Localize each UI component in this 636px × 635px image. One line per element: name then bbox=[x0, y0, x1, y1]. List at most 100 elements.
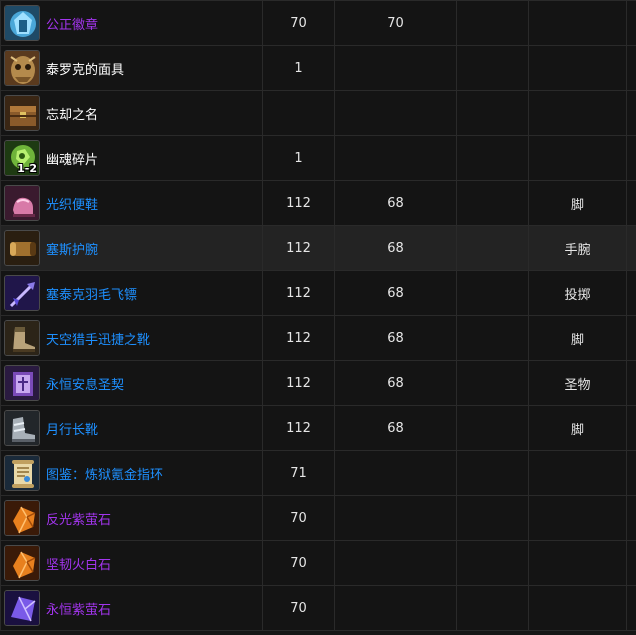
required-level-cell bbox=[334, 135, 457, 181]
item-level-cell: 70 bbox=[262, 585, 335, 631]
required-level-cell bbox=[334, 540, 457, 586]
slot-cell: 圣物 bbox=[528, 360, 627, 406]
spirit-shard-icon[interactable]: 1-2 bbox=[4, 140, 40, 176]
required-level-cell: 68 bbox=[334, 360, 457, 406]
item-name-link[interactable]: 泰罗克的面具 bbox=[46, 59, 124, 78]
item-name-link[interactable]: 塞斯护腕 bbox=[46, 239, 98, 258]
stack-count-badge: 1-2 bbox=[17, 162, 37, 175]
item-name-link[interactable]: 光织便鞋 bbox=[46, 194, 98, 213]
item-name-link[interactable]: 幽魂碎片 bbox=[46, 149, 98, 168]
empty-cell bbox=[456, 360, 529, 406]
item-level-cell: 112 bbox=[262, 360, 335, 406]
required-level-cell: 70 bbox=[334, 0, 457, 46]
item-name-link[interactable]: 塞泰克羽毛飞镖 bbox=[46, 284, 137, 303]
empty-cell bbox=[456, 45, 529, 91]
empty-cell bbox=[626, 585, 636, 631]
required-level-cell: 68 bbox=[334, 180, 457, 226]
empty-cell bbox=[626, 540, 636, 586]
table-row[interactable]: 公正徽章 70 70 bbox=[0, 0, 636, 46]
item-name-cell: 光织便鞋 bbox=[0, 180, 263, 226]
item-level-cell: 1 bbox=[262, 135, 335, 181]
table-row[interactable]: 塞泰克羽毛飞镖 112 68 投掷 bbox=[0, 270, 636, 316]
empty-cell bbox=[626, 315, 636, 361]
slot-cell bbox=[528, 585, 627, 631]
table-row[interactable]: 天空猎手迅捷之靴 112 68 脚 bbox=[0, 315, 636, 361]
slippers-icon[interactable] bbox=[4, 185, 40, 221]
item-name-link[interactable]: 天空猎手迅捷之靴 bbox=[46, 329, 150, 348]
slot-cell bbox=[528, 45, 627, 91]
item-name-link[interactable]: 坚韧火白石 bbox=[46, 554, 111, 573]
slot-cell bbox=[528, 135, 627, 181]
slot-cell: 投掷 bbox=[528, 270, 627, 316]
item-name-cell: 图鉴：炼狱氪金指环 bbox=[0, 450, 263, 496]
purple-gem-icon[interactable] bbox=[4, 590, 40, 626]
moonwalker-boots-icon[interactable] bbox=[4, 410, 40, 446]
forgotten-names-chest-icon[interactable] bbox=[4, 95, 40, 131]
table-row[interactable]: 坚韧火白石 70 bbox=[0, 540, 636, 586]
table-row[interactable]: 永恒安息圣契 112 68 圣物 bbox=[0, 360, 636, 406]
item-name-cell: 泰罗克的面具 bbox=[0, 45, 263, 91]
table-row[interactable]: 图鉴：炼狱氪金指环 71 bbox=[0, 450, 636, 496]
item-name-cell: 反光紫萤石 bbox=[0, 495, 263, 541]
item-level-cell: 112 bbox=[262, 405, 335, 451]
empty-cell bbox=[626, 450, 636, 496]
item-name-cell: 塞斯护腕 bbox=[0, 225, 263, 271]
slot-cell bbox=[528, 0, 627, 46]
required-level-cell bbox=[334, 585, 457, 631]
item-name-cell: 坚韧火白石 bbox=[0, 540, 263, 586]
item-name-link[interactable]: 永恒紫萤石 bbox=[46, 599, 111, 618]
item-level-cell: 70 bbox=[262, 0, 335, 46]
table-row[interactable]: 忘却之名 bbox=[0, 90, 636, 136]
required-level-cell: 68 bbox=[334, 270, 457, 316]
empty-cell bbox=[456, 0, 529, 46]
item-level-cell bbox=[262, 90, 335, 136]
table-row[interactable]: 泰罗克的面具 1 bbox=[0, 45, 636, 91]
table-row[interactable]: 永恒紫萤石 70 bbox=[0, 585, 636, 631]
loot-table: 公正徽章 70 70 泰罗克的面具 1 忘却之名 1-2 幽魂碎片 1 光织便鞋 112 68 脚塞斯护… bbox=[0, 0, 636, 631]
item-name-link[interactable]: 图鉴：炼狱氪金指环 bbox=[46, 464, 163, 483]
empty-cell bbox=[626, 495, 636, 541]
empty-cell bbox=[456, 135, 529, 181]
badge-of-justice-icon[interactable] bbox=[4, 5, 40, 41]
item-name-cell: 忘却之名 bbox=[0, 90, 263, 136]
item-name-cell: 公正徽章 bbox=[0, 0, 263, 46]
empty-cell bbox=[456, 495, 529, 541]
table-row[interactable]: 1-2 幽魂碎片 1 bbox=[0, 135, 636, 181]
required-level-cell: 68 bbox=[334, 225, 457, 271]
libram-icon[interactable] bbox=[4, 365, 40, 401]
loot-table-body: 公正徽章 70 70 泰罗克的面具 1 忘却之名 1-2 幽魂碎片 1 光织便鞋 112 68 脚塞斯护… bbox=[0, 0, 636, 631]
item-name-link[interactable]: 月行长靴 bbox=[46, 419, 98, 438]
empty-cell bbox=[626, 45, 636, 91]
empty-cell bbox=[456, 585, 529, 631]
orange-gem-icon[interactable] bbox=[4, 500, 40, 536]
empty-cell bbox=[626, 90, 636, 136]
recipe-scroll-icon[interactable] bbox=[4, 455, 40, 491]
table-row[interactable]: 光织便鞋 112 68 脚 bbox=[0, 180, 636, 226]
item-level-cell: 70 bbox=[262, 540, 335, 586]
slot-cell: 脚 bbox=[528, 180, 627, 226]
item-level-cell: 1 bbox=[262, 45, 335, 91]
empty-cell bbox=[456, 405, 529, 451]
slot-cell bbox=[528, 450, 627, 496]
empty-cell bbox=[456, 315, 529, 361]
empty-cell bbox=[626, 135, 636, 181]
item-name-cell: 月行长靴 bbox=[0, 405, 263, 451]
item-name-link[interactable]: 反光紫萤石 bbox=[46, 509, 111, 528]
table-row[interactable]: 反光紫萤石 70 bbox=[0, 495, 636, 541]
table-row[interactable]: 月行长靴 112 68 脚 bbox=[0, 405, 636, 451]
item-name-link[interactable]: 永恒安息圣契 bbox=[46, 374, 124, 393]
bracer-icon[interactable] bbox=[4, 230, 40, 266]
item-level-cell: 112 bbox=[262, 225, 335, 271]
empty-cell bbox=[456, 225, 529, 271]
empty-cell bbox=[626, 180, 636, 226]
item-name-link[interactable]: 公正徽章 bbox=[46, 14, 98, 33]
item-level-cell: 112 bbox=[262, 270, 335, 316]
boots-icon[interactable] bbox=[4, 320, 40, 356]
orange-gem-icon[interactable] bbox=[4, 545, 40, 581]
item-name-link[interactable]: 忘却之名 bbox=[46, 104, 98, 123]
table-row[interactable]: 塞斯护腕 112 68 手腕 bbox=[0, 225, 636, 271]
feather-dart-icon[interactable] bbox=[4, 275, 40, 311]
terokk-mask-icon[interactable] bbox=[4, 50, 40, 86]
item-name-cell: 永恒安息圣契 bbox=[0, 360, 263, 406]
slot-cell bbox=[528, 495, 627, 541]
